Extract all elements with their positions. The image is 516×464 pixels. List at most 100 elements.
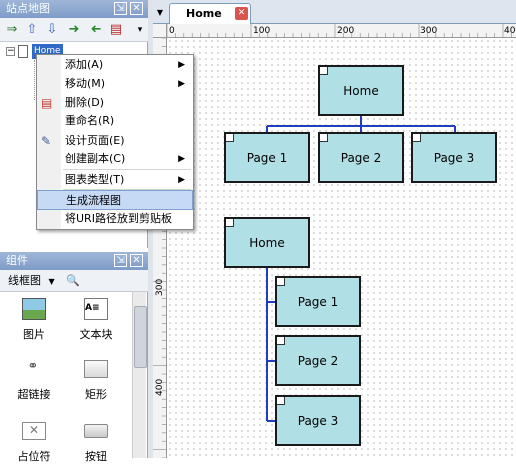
ruler-label-0: 0	[169, 26, 175, 36]
menu-item-move-label: 移动(M)	[65, 77, 106, 90]
page-fold-icon	[277, 397, 285, 405]
menu-item-design-page-label: 设计页面(E)	[65, 134, 125, 147]
move-down-icon[interactable]: ⇩	[44, 22, 60, 38]
ruler-label-400: 400	[504, 26, 516, 36]
top-ruler: 0 100 200 300 400	[167, 24, 516, 38]
library-selector[interactable]: 线框图 ▼ 🔍	[0, 270, 148, 292]
widget-text-block-label: 文本块	[79, 328, 113, 341]
rectangle-icon	[84, 360, 108, 378]
diagram-node-page-2[interactable]: Page 2	[318, 132, 404, 183]
menu-item-diagram-type-label: 图表类型(T)	[65, 173, 125, 186]
hyperlink-icon: ⚭	[27, 359, 39, 374]
delete-icon: ▤	[41, 96, 53, 110]
diagram-node-page-3-label: Page 3	[433, 151, 475, 165]
page-fold-icon	[320, 134, 328, 142]
widget-rectangle-label: 矩形	[85, 388, 107, 401]
page-fold-icon	[320, 67, 328, 75]
tab-close-icon[interactable]: ✕	[235, 7, 248, 20]
widget-image-label: 图片	[23, 328, 45, 341]
diagram-node-page-1[interactable]: Page 1	[224, 132, 310, 183]
delete-page-icon[interactable]: ▤	[108, 22, 124, 38]
sitemap-title-text: 站点地图	[6, 2, 50, 15]
diagram-node-page-2-b-label: Page 2	[297, 354, 339, 368]
library-selected-value: 线框图	[8, 274, 41, 287]
widget-placeholder[interactable]: ✕ 占位符	[6, 420, 62, 463]
widget-button[interactable]: 按钮	[68, 420, 124, 463]
diagram-node-page-2-label: Page 2	[340, 151, 382, 165]
text-block-icon: A≡	[84, 298, 108, 320]
menu-item-delete[interactable]: ▤ 删除(D)	[37, 93, 193, 113]
submenu-arrow-icon: ▶	[178, 154, 185, 164]
move-up-icon[interactable]: ⇧	[24, 22, 40, 38]
context-menu: 添加(A) ▶ 移动(M) ▶ ▤ 删除(D) 重命名(R) ✎ 设计页面(E)…	[36, 54, 194, 230]
submenu-arrow-icon: ▶	[178, 175, 185, 185]
page-fold-icon	[277, 337, 285, 345]
menu-item-copy-uri[interactable]: 将URI路径放到剪贴板	[37, 209, 193, 229]
menu-item-add[interactable]: 添加(A) ▶	[37, 55, 193, 75]
tree-line	[34, 60, 35, 100]
page-icon	[18, 45, 28, 58]
ruler-label-left-300: 300	[155, 279, 165, 296]
toolbar-overflow-icon[interactable]: ▾	[132, 22, 148, 38]
widget-button-label: 按钮	[85, 450, 107, 463]
menu-item-diagram-type[interactable]: 图表类型(T) ▶	[37, 170, 193, 190]
diagram-node-page-3-b[interactable]: Page 3	[275, 395, 361, 446]
ruler-corner	[153, 24, 167, 38]
page-fold-icon	[277, 278, 285, 286]
diagram-node-page-1-b[interactable]: Page 1	[275, 276, 361, 327]
diagram-node-home[interactable]: Home	[318, 65, 404, 116]
widget-placeholder-label: 占位符	[17, 450, 51, 463]
button-icon	[84, 424, 108, 438]
widgets-float-button[interactable]: ⇲	[114, 254, 127, 267]
add-page-icon[interactable]: ⇒	[4, 22, 20, 38]
menu-item-generate-flowchart-label: 生成流程图	[66, 194, 121, 207]
widget-rectangle[interactable]: 矩形	[68, 358, 124, 408]
diagram-node-page-3[interactable]: Page 3	[411, 132, 497, 183]
placeholder-icon: ✕	[22, 422, 46, 440]
widgets-title-text: 组件	[6, 254, 28, 267]
menu-item-duplicate-label: 创建副本(C)	[65, 152, 126, 165]
diagram-node-home-2-label: Home	[249, 236, 285, 250]
ruler-label-left-400: 400	[155, 379, 165, 396]
ruler-label-100: 100	[253, 26, 270, 36]
image-icon	[22, 298, 46, 320]
tab-home[interactable]: Home ✕	[169, 3, 251, 24]
outdent-icon[interactable]: ➜	[88, 22, 104, 38]
widget-hyperlink[interactable]: ⚭ 超链接	[6, 358, 62, 408]
sitemap-float-button[interactable]: ⇲	[114, 2, 127, 15]
sitemap-close-button[interactable]: ✕	[130, 2, 143, 15]
widgets-scrollbar[interactable]	[132, 292, 147, 458]
diagram-node-home-2[interactable]: Home	[224, 217, 310, 268]
menu-item-generate-flowchart[interactable]: 生成流程图	[37, 190, 193, 210]
widget-text-block[interactable]: A≡ 文本块	[68, 298, 124, 348]
search-icon[interactable]: 🔍	[66, 274, 80, 287]
diagram-node-page-2-b[interactable]: Page 2	[275, 335, 361, 386]
chevron-down-icon: ▼	[48, 277, 55, 286]
tab-list-dropdown[interactable]: ▼	[154, 5, 166, 21]
ruler-label-300: 300	[420, 26, 437, 36]
widgets-close-button[interactable]: ✕	[130, 254, 143, 267]
menu-item-move[interactable]: 移动(M) ▶	[37, 74, 193, 94]
menu-item-copy-uri-label: 将URI路径放到剪贴板	[65, 212, 172, 225]
widget-hyperlink-label: 超链接	[17, 388, 51, 401]
menu-item-duplicate[interactable]: 创建副本(C) ▶	[37, 149, 193, 169]
tab-home-label: Home	[186, 7, 222, 20]
menu-item-design-page[interactable]: ✎ 设计页面(E)	[37, 131, 193, 151]
diagram-node-page-3-b-label: Page 3	[297, 414, 339, 428]
widgets-scroll-thumb[interactable]	[134, 306, 147, 368]
indent-icon[interactable]: ➜	[66, 22, 82, 38]
widget-image[interactable]: 图片	[6, 298, 62, 348]
page-fold-icon	[226, 219, 234, 227]
page-fold-icon	[413, 134, 421, 142]
edit-page-icon: ✎	[41, 134, 52, 148]
tree-collapse-icon[interactable]: −	[6, 47, 15, 56]
menu-item-rename-label: 重命名(R)	[65, 114, 115, 127]
menu-item-rename[interactable]: 重命名(R)	[37, 111, 193, 131]
ruler-label-200: 200	[337, 26, 354, 36]
widgets-panel: 组件 ⇲ ✕ 线框图 ▼ 🔍 图片 A≡ 文本块 ⚭ 超链接 矩形 ✕ 占位符 …	[0, 252, 148, 463]
submenu-arrow-icon: ▶	[178, 60, 185, 70]
diagram-node-home-label: Home	[343, 84, 379, 98]
menu-item-delete-label: 删除(D)	[65, 96, 105, 109]
menu-item-add-label: 添加(A)	[65, 58, 104, 71]
submenu-arrow-icon: ▶	[178, 79, 185, 89]
